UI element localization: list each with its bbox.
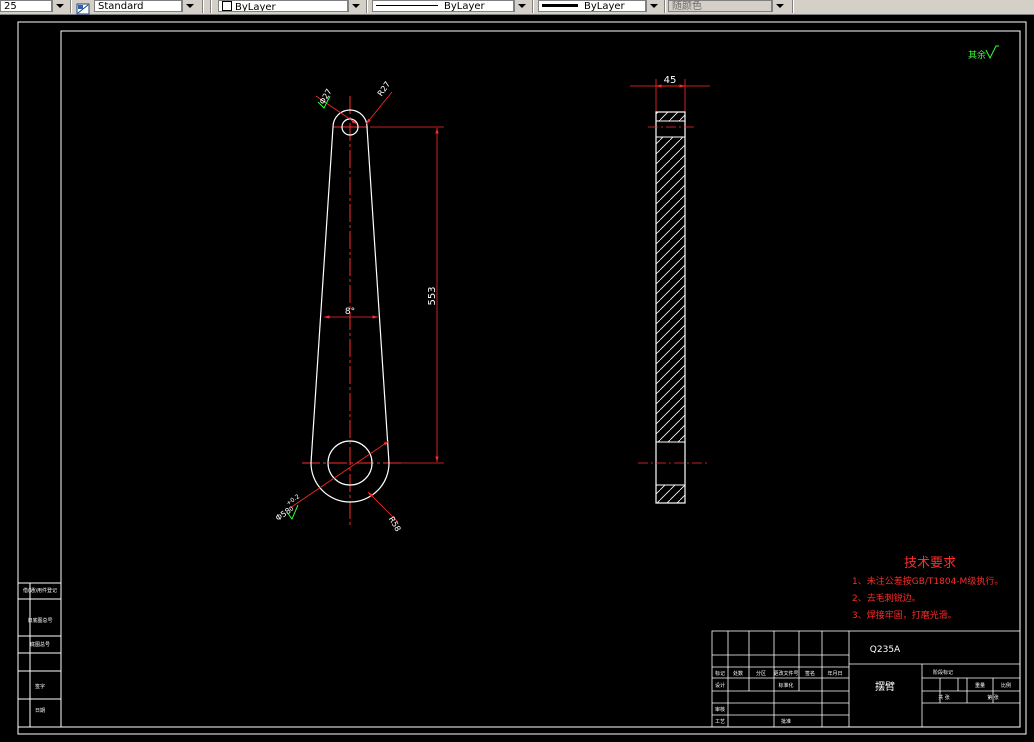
hatch-bottom — [655, 484, 686, 504]
tb-process-label: 工艺 — [715, 719, 725, 725]
side-strip-cell-3: 底图总号 — [30, 641, 50, 648]
tb-material: Q235A — [870, 645, 901, 655]
properties-toolbar: 25 Standard ByLayer ByLayer ByLayer 随颜色 — [0, 0, 1034, 15]
dimension-style-glyph — [76, 3, 90, 15]
tech-requirements-title: 技术要求 — [904, 556, 956, 571]
toolbar-separator — [532, 0, 534, 13]
lineweight-combo[interactable]: ByLayer — [538, 0, 646, 12]
side-strip-cell-1: 借(通)用件登记 — [23, 587, 57, 594]
hatch-middle — [655, 136, 686, 443]
side-strip: 借(通)用件登记 旧底图总号 底图总号 签字 日期 — [17, 582, 62, 728]
side-strip-cell-2: 旧底图总号 — [27, 617, 52, 624]
inner-frame — [60, 30, 1021, 728]
text-style-dropdown-arrow[interactable] — [52, 0, 66, 12]
roughness-symbol-icon — [985, 45, 999, 60]
text-style-combo[interactable]: 25 — [0, 0, 52, 12]
linetype-dropdown-arrow[interactable] — [514, 0, 528, 12]
tb-check-label: 审核 — [715, 706, 725, 713]
color-value: ByLayer — [235, 2, 276, 12]
color-dropdown-arrow[interactable] — [348, 0, 362, 12]
toolbar-separator — [366, 0, 368, 13]
color-combo[interactable]: ByLayer — [218, 0, 348, 12]
tb-standard-label: 标准化 — [778, 682, 793, 689]
tb-sheet-total-label: 共 张 — [938, 694, 950, 701]
tb-header-change-doc: 更改文件号 — [773, 670, 798, 677]
tech-requirement-3: 3、焊接牢固，打磨光滑。 — [852, 609, 957, 621]
dim-center-distance: 553 — [427, 286, 438, 305]
roughness-note-text: 其余 — [968, 49, 986, 61]
side-strip-cell-5: 日期 — [35, 708, 45, 714]
tb-header-sign: 签名 — [805, 670, 815, 677]
tb-scale-label: 比例 — [1001, 682, 1011, 689]
dim-taper-angle: 8° — [345, 307, 355, 317]
tb-header-zone: 分区 — [756, 670, 766, 677]
tb-weight-label: 重量 — [975, 682, 985, 689]
tb-design-label: 设计 — [715, 682, 725, 689]
toolbar-separator — [792, 0, 794, 13]
tb-sheet-label: 第 张 — [987, 694, 999, 701]
lineweight-preview-icon — [542, 4, 578, 7]
tech-requirements: 技术要求 1、未注公差按GB/T1804-M级执行。 2、去毛刺锐边。 3、焊接… — [852, 556, 1003, 621]
outer-frame — [17, 21, 1027, 735]
side-strip-cell-4: 签字 — [35, 683, 45, 690]
linetype-value: ByLayer — [444, 1, 485, 12]
tb-approve-label: 批准 — [781, 718, 791, 725]
dim-small-hole: Φ27 — [318, 87, 334, 106]
dimension-style-combo[interactable]: Standard — [94, 0, 182, 12]
title-block — [711, 630, 1021, 728]
toolbar-separator — [210, 0, 212, 13]
front-view: 553 8° Φ27 R27 Φ58 +0.2 0 R58 — [274, 80, 444, 533]
tb-header-date: 年月日 — [827, 670, 842, 677]
roughness-note: 其余 — [968, 45, 999, 61]
hatch-top — [655, 111, 686, 122]
tb-stage-label: 阶段标记 — [933, 669, 953, 676]
toolbar-separator — [664, 0, 666, 13]
color-swatch-icon — [222, 1, 232, 11]
lineweight-dropdown-arrow[interactable] — [646, 0, 660, 12]
dimension-style-value: Standard — [98, 1, 144, 12]
plot-style-value: 随颜色 — [672, 1, 702, 12]
dim-big-radius: R58 — [387, 515, 403, 533]
tb-header-count: 处数 — [733, 670, 743, 677]
dim-thickness: 45 — [664, 75, 677, 86]
tb-header-mark: 标记 — [715, 670, 725, 677]
plot-style-dropdown-arrow[interactable] — [772, 0, 786, 12]
plot-style-combo[interactable]: 随颜色 — [668, 0, 772, 12]
tech-requirement-1: 1、未注公差按GB/T1804-M级执行。 — [852, 575, 1003, 587]
tb-part-name: 摆臂 — [875, 680, 895, 693]
tech-requirement-2: 2、去毛刺锐边。 — [852, 592, 921, 604]
dim-big-hole-tol-upper: +0.2 — [285, 493, 301, 507]
linetype-combo[interactable]: ByLayer — [372, 0, 514, 12]
dimension-style-icon[interactable] — [76, 0, 90, 15]
linetype-preview-icon — [376, 5, 438, 6]
side-view: 45 — [630, 75, 710, 504]
lineweight-value: ByLayer — [584, 1, 625, 12]
text-style-value: 25 — [4, 1, 17, 12]
toolbar-separator — [70, 0, 72, 13]
toolbar-separator — [202, 0, 204, 13]
drawing-canvas[interactable]: 借(通)用件登记 旧底图总号 底图总号 签字 日期 其余 553 8° Φ27 … — [0, 15, 1034, 742]
dimension-style-dropdown-arrow[interactable] — [182, 0, 196, 12]
